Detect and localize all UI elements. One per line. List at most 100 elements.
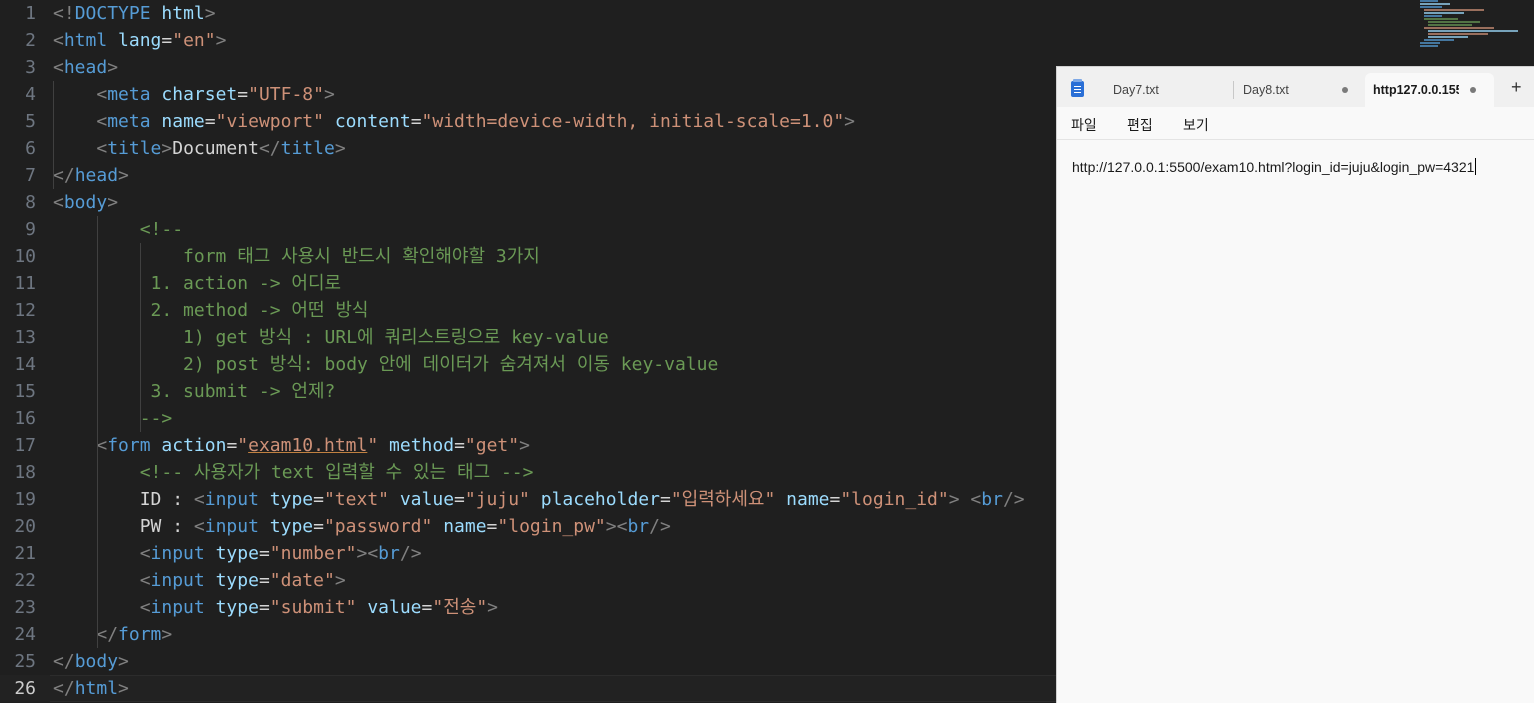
code-token: = bbox=[659, 489, 671, 510]
code-token: br bbox=[981, 489, 1003, 510]
menu-file[interactable]: 파일 bbox=[1071, 115, 1097, 135]
code-text: <form action="exam10.html" method="get"> bbox=[53, 432, 530, 459]
code-token: DOCTYPE bbox=[74, 3, 151, 24]
line-number: 16 bbox=[14, 408, 36, 429]
notepad-window[interactable]: Day7.txt Day8.txt http127.0.0.1550 + 파일 … bbox=[1056, 66, 1534, 703]
code-text: --> bbox=[53, 405, 173, 432]
code-token: --> bbox=[53, 408, 173, 429]
code-token: = bbox=[161, 30, 173, 51]
code-token: input bbox=[150, 570, 205, 591]
line-number: 23 bbox=[14, 597, 36, 618]
indent-guide bbox=[53, 81, 54, 189]
menu-edit[interactable]: 편집 bbox=[1127, 115, 1153, 135]
tab-label: http127.0.0.1550 bbox=[1373, 83, 1459, 97]
minimap-stroke bbox=[1424, 12, 1464, 14]
code-token: name bbox=[786, 489, 830, 510]
code-token: "login_pw" bbox=[497, 516, 606, 537]
code-token: > bbox=[356, 543, 368, 564]
code-token: "입력하세요" bbox=[670, 489, 776, 510]
minimap-stroke bbox=[1420, 3, 1450, 5]
code-token: meta bbox=[107, 84, 151, 105]
code-token: " bbox=[367, 435, 379, 456]
notepad-menu-bar: 파일 편집 보기 bbox=[1057, 107, 1534, 140]
text-caret bbox=[1475, 158, 1477, 175]
code-token: br bbox=[627, 516, 650, 537]
code-token: <! bbox=[53, 3, 75, 24]
tab-day8[interactable]: Day8.txt bbox=[1231, 73, 1357, 107]
tab-day7[interactable]: Day7.txt bbox=[1101, 73, 1221, 107]
code-token: value bbox=[399, 489, 455, 510]
code-token: "date" bbox=[269, 570, 335, 591]
code-token: = bbox=[237, 84, 249, 105]
code-token: "전송" bbox=[432, 597, 488, 618]
code-text: </html> bbox=[53, 675, 129, 702]
code-token: = bbox=[258, 570, 270, 591]
code-token: input bbox=[150, 597, 205, 618]
code-token: > bbox=[323, 84, 335, 105]
tab-label: Day8.txt bbox=[1243, 83, 1289, 97]
code-token: > bbox=[215, 30, 227, 51]
code-line[interactable]: 1 <!DOCTYPE html> bbox=[0, 0, 1534, 27]
code-text: 1) get 방식 : URL에 쿼리스트링으로 key-value bbox=[53, 324, 609, 351]
minimap-stroke bbox=[1420, 42, 1440, 44]
code-token: < bbox=[367, 543, 379, 564]
code-text: 2. method -> 어떤 방식 bbox=[53, 297, 369, 324]
code-token: type bbox=[269, 489, 314, 510]
add-tab-button[interactable]: + bbox=[1511, 77, 1522, 97]
code-token: <!-- 사용자가 text 입력할 수 있는 태그 --> bbox=[139, 462, 534, 483]
code-token: name bbox=[443, 516, 487, 537]
code-token: 2) post 방식: body 안에 데이터가 숨겨져서 이동 key-val… bbox=[53, 354, 719, 375]
code-token: > bbox=[107, 192, 119, 213]
code-token: "submit" bbox=[269, 597, 357, 618]
code-token: form 태그 사용시 반드시 확인해야할 3가지 bbox=[53, 246, 540, 267]
menu-view[interactable]: 보기 bbox=[1183, 115, 1209, 135]
code-text: ID : <input type="text" value="juju" pla… bbox=[53, 486, 1025, 513]
indent-guide bbox=[97, 216, 98, 459]
tab-url-file[interactable]: http127.0.0.1550 bbox=[1365, 73, 1494, 107]
code-token: /> bbox=[1002, 489, 1025, 510]
line-number: 19 bbox=[14, 489, 36, 510]
code-token: html bbox=[161, 3, 205, 24]
line-number: 9 bbox=[25, 219, 36, 240]
unsaved-dot-icon bbox=[1470, 87, 1476, 93]
line-number: 2 bbox=[25, 30, 36, 51]
code-text: 2) post 방식: body 안에 데이터가 숨겨져서 이동 key-val… bbox=[53, 351, 718, 378]
code-token: </ bbox=[96, 624, 119, 645]
minimap-stroke bbox=[1420, 6, 1442, 8]
code-token: type bbox=[215, 597, 259, 618]
code-token: "viewport" bbox=[215, 111, 324, 132]
code-token: content bbox=[334, 111, 411, 132]
code-token: action bbox=[161, 435, 227, 456]
code-token: ID : bbox=[53, 489, 194, 510]
line-number: 22 bbox=[14, 570, 36, 591]
indent-guide bbox=[140, 243, 141, 432]
code-token: > bbox=[334, 138, 346, 159]
code-token: = bbox=[410, 111, 422, 132]
minimap[interactable] bbox=[1416, 0, 1534, 50]
code-text: PW : <input type="password" name="login_… bbox=[53, 513, 671, 540]
code-token: > bbox=[334, 570, 346, 591]
code-token: body bbox=[63, 192, 108, 213]
code-text: <meta name="viewport" content="width=dev… bbox=[53, 108, 855, 135]
code-line[interactable]: 2 <html lang="en"> bbox=[0, 27, 1534, 54]
minimap-stroke bbox=[1420, 0, 1438, 2]
line-number: 21 bbox=[14, 543, 36, 564]
code-token: "en" bbox=[172, 30, 216, 51]
code-token: type bbox=[215, 570, 259, 591]
code-token: "juju" bbox=[464, 489, 530, 510]
notepad-text-area[interactable]: http://127.0.0.1:5500/exam10.html?login_… bbox=[1072, 158, 1477, 175]
line-number: 4 bbox=[25, 84, 36, 105]
line-number: 15 bbox=[14, 381, 36, 402]
code-token: 2. method -> 어떤 방식 bbox=[53, 300, 369, 321]
code-text: <meta charset="UTF-8"> bbox=[53, 81, 335, 108]
code-token: "UTF-8" bbox=[248, 84, 324, 105]
code-token: "get" bbox=[464, 435, 520, 456]
code-text: <input type="submit" value="전송"> bbox=[53, 594, 498, 621]
code-text: </body> bbox=[53, 648, 129, 675]
